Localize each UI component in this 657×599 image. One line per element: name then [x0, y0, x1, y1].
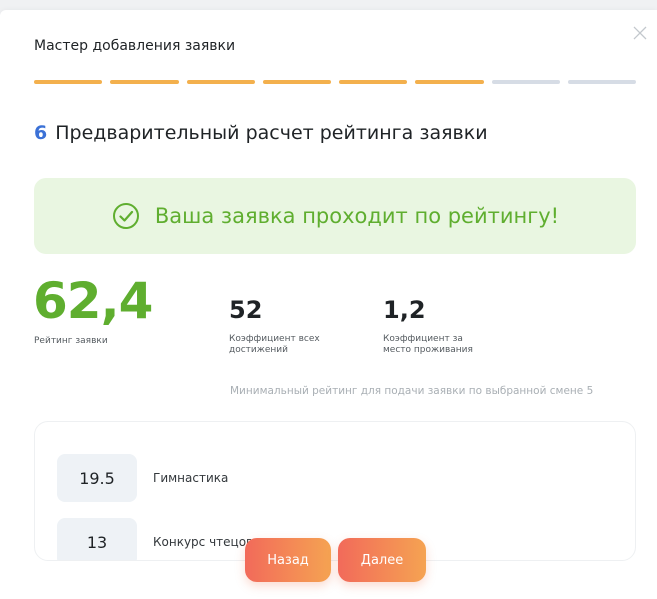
list-item: 13 Конкурс чтецов — [57, 518, 254, 560]
achievement-score: 13 — [57, 518, 137, 560]
wizard-title: Мастер добавления заявки — [34, 38, 236, 54]
step-segment — [567, 80, 636, 84]
step-segment — [491, 80, 560, 84]
rating-pass-banner: Ваша заявка проходит по рейтингу! — [34, 178, 636, 254]
banner-text: Ваша заявка проходит по рейтингу! — [154, 204, 560, 228]
step-segment — [34, 80, 103, 84]
step-heading: 6 Предварительный расчет рейтинга заявки — [34, 122, 488, 144]
list-item: 19.5 Гимнастика — [57, 454, 228, 502]
step-number: 6 — [34, 122, 48, 144]
residence-coefficient-value: 1,2 — [383, 296, 426, 324]
step-segment — [262, 80, 331, 84]
step-segment — [110, 80, 179, 84]
achievement-name: Конкурс чтецов — [153, 535, 254, 549]
achievements-coefficient-label: Коэффициент всех достижений — [229, 334, 320, 355]
step-segment — [415, 80, 484, 84]
close-icon[interactable] — [629, 22, 651, 44]
step-progress — [34, 80, 636, 84]
achievements-list: 19.5 Гимнастика 13 Конкурс чтецов — [34, 421, 636, 561]
achievement-score: 19.5 — [57, 454, 137, 502]
back-button[interactable]: Назад — [245, 538, 331, 582]
achievement-name: Гимнастика — [153, 471, 229, 485]
residence-coefficient-label: Коэффициент за место проживания — [383, 334, 473, 355]
check-circle-icon — [112, 203, 139, 229]
step-segment — [186, 80, 255, 84]
min-rating-note: Минимальный рейтинг для подачи заявки по… — [230, 385, 594, 397]
step-segment — [339, 80, 408, 84]
rating-value: 62,4 — [33, 272, 153, 330]
wizard-modal: Мастер добавления заявки 6 Предварительны… — [0, 10, 657, 599]
next-button[interactable]: Далее — [338, 538, 426, 582]
achievements-coefficient-value: 52 — [229, 296, 263, 324]
rating-label: Рейтинг заявки — [34, 336, 108, 346]
step-title-text: Предварительный расчет рейтинга заявки — [55, 122, 488, 144]
